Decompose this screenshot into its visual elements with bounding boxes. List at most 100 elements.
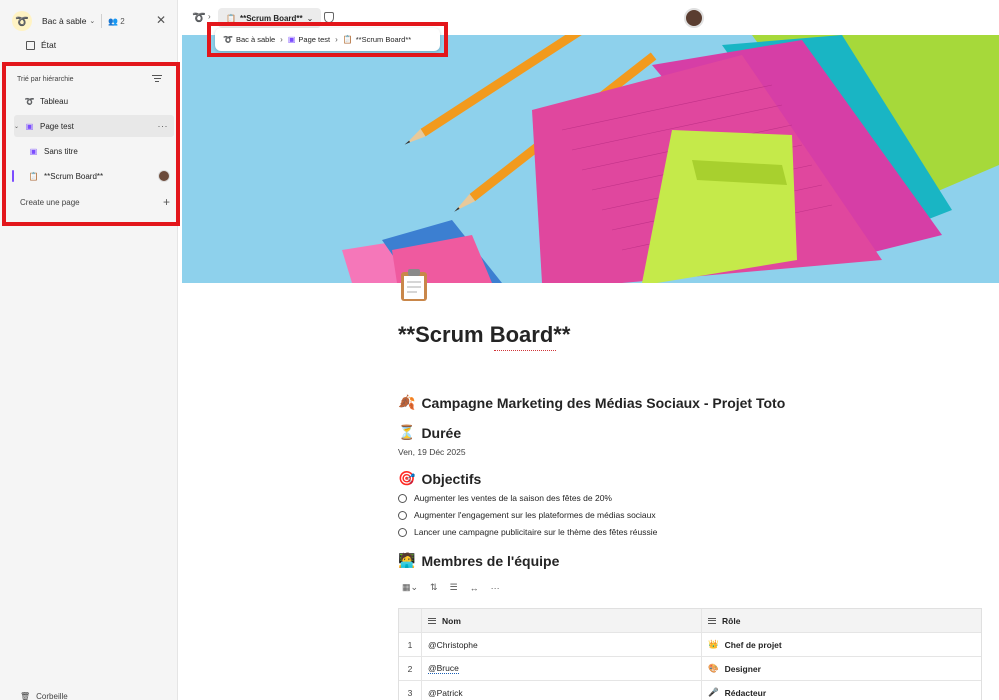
create-page-button[interactable]: Create une page + xyxy=(20,196,170,208)
sidebar-item-page-test[interactable]: ⌄ ▣ Page test ··· xyxy=(14,115,174,137)
clipboard-icon: 📋 xyxy=(342,35,353,44)
objective-text: Lancer une campagne publicitaire sur le … xyxy=(414,527,658,537)
page-title[interactable]: **Scrum Board** xyxy=(398,322,570,348)
objectives-heading[interactable]: 🎯 Objectifs xyxy=(398,470,481,487)
more-options-icon[interactable]: ··· xyxy=(491,583,500,593)
chevron-down-icon[interactable]: ⌄ xyxy=(89,17,95,25)
role-cell[interactable]: 🎤 Rédacteur xyxy=(701,681,981,700)
mention[interactable]: @Bruce xyxy=(428,663,459,674)
close-icon[interactable]: ✕ xyxy=(156,13,166,27)
tree-item-label: **Scrum Board** xyxy=(44,171,104,181)
role-cell[interactable]: 🎨 Designer xyxy=(701,657,981,680)
chevron-right-icon: › xyxy=(280,35,283,44)
name-cell[interactable]: @Bruce xyxy=(421,657,701,680)
table-view-icon[interactable]: ▦⌄ xyxy=(402,582,418,593)
loop-icon: ➰ xyxy=(223,35,233,44)
spellcheck-underline xyxy=(494,349,556,351)
table-row[interactable]: 2 @Bruce 🎨 Designer xyxy=(399,657,981,681)
column-width-icon[interactable]: ↔ xyxy=(470,583,479,593)
table-header-row: Nom Rôle xyxy=(399,609,981,633)
tree-item-label: Page test xyxy=(40,121,74,131)
text-column-icon xyxy=(708,617,716,624)
duration-heading-text: Durée xyxy=(421,424,462,441)
table-row[interactable]: 3 @Patrick 🎤 Rédacteur xyxy=(399,681,981,700)
header-label: Nom xyxy=(442,615,461,626)
objective-item[interactable]: Augmenter l'engagement sur les plateform… xyxy=(398,510,656,520)
loop-icon: ➰ xyxy=(24,96,35,106)
avatar[interactable] xyxy=(684,8,704,28)
table-toolbar: ▦⌄ ⇅ ☰ ↔ ··· xyxy=(402,582,500,593)
workspace-logo-icon: ➰ xyxy=(12,11,32,31)
more-options-icon[interactable]: ··· xyxy=(158,121,169,131)
objective-item[interactable]: Lancer une campagne publicitaire sur le … xyxy=(398,527,657,537)
row-number: 2 xyxy=(407,663,413,674)
divider xyxy=(101,14,103,28)
name-cell[interactable]: @Christophe xyxy=(421,633,701,656)
status-icon xyxy=(26,40,35,50)
team-heading[interactable]: 🧑‍💻 Membres de l'équipe xyxy=(398,552,559,569)
breadcrumb-item-page-test[interactable]: Page test xyxy=(298,35,330,44)
workspace-header[interactable]: ➰ Bac à sable ⌄ 👥 2 ✕ xyxy=(12,10,172,32)
role-text: Rédacteur xyxy=(724,687,767,698)
breadcrumb-highlight: ➰ Bac à sable › ▣ Page test › 📋 **Scrum … xyxy=(207,22,448,57)
clipboard-icon[interactable] xyxy=(398,268,430,302)
avatar xyxy=(158,170,170,182)
page-icon: ▣ xyxy=(29,146,38,156)
workspace-name[interactable]: Bac à sable xyxy=(42,16,86,26)
sidebar-item-etat[interactable]: État xyxy=(26,40,56,50)
trash-button[interactable]: 🗑 Corbeille xyxy=(20,692,68,700)
checkbox[interactable] xyxy=(398,527,407,537)
objectives-heading-text: Objectifs xyxy=(421,470,482,487)
hourglass-icon: ⏳ xyxy=(398,424,416,440)
cover-image xyxy=(182,35,999,283)
row-number: 1 xyxy=(407,639,413,650)
trash-label: Corbeille xyxy=(36,692,68,700)
sticky-notes-pencils-image xyxy=(182,35,999,283)
mention[interactable]: @Christophe xyxy=(428,640,478,650)
chevron-right-icon: › xyxy=(335,35,338,44)
filter-icon[interactable] xyxy=(152,75,162,82)
column-header-role[interactable]: Rôle xyxy=(701,609,981,632)
team-heading-text: Membres de l'équipe xyxy=(421,552,560,569)
checkbox[interactable] xyxy=(398,510,407,520)
mention[interactable]: @Patrick xyxy=(428,688,463,698)
date-value[interactable]: Ven, 19 Déc 2025 xyxy=(398,447,466,457)
checkbox[interactable] xyxy=(398,493,407,503)
objective-item[interactable]: Augmenter les ventes de la saison des fê… xyxy=(398,493,612,503)
active-indicator xyxy=(12,170,14,182)
leaf-icon: 🍂 xyxy=(398,394,416,410)
etat-label: État xyxy=(41,40,57,50)
sidebar-item-scrum-board[interactable]: 📋 **Scrum Board** xyxy=(28,165,174,187)
hierarchy-label: Trié par hiérarchie xyxy=(17,76,74,83)
campaign-heading-text: Campagne Marketing des Médias Sociaux - … xyxy=(421,394,786,411)
table-row[interactable]: 1 @Christophe 👑 Chef de projet xyxy=(399,633,981,657)
breadcrumb: ➰ Bac à sable › ▣ Page test › 📋 **Scrum … xyxy=(215,28,440,51)
sidebar-item-sans-titre[interactable]: ▣ Sans titre xyxy=(28,140,174,162)
create-page-label: Create une page xyxy=(20,198,80,207)
objective-text: Augmenter l'engagement sur les plateform… xyxy=(414,510,656,520)
microphone-icon: 🎤 xyxy=(708,687,719,697)
plus-icon[interactable]: + xyxy=(163,196,170,208)
tree-item-label: Tableau xyxy=(40,96,69,106)
members-button[interactable]: 👥 2 xyxy=(108,17,124,26)
clipboard-icon: 📋 xyxy=(28,171,39,181)
column-header-nom[interactable]: Nom xyxy=(421,609,701,632)
target-icon: 🎯 xyxy=(398,470,416,486)
chevron-right-icon: › xyxy=(208,12,211,21)
role-cell[interactable]: 👑 Chef de projet xyxy=(701,633,981,656)
filter-icon[interactable]: ☰ xyxy=(450,582,458,593)
duration-heading[interactable]: ⏳ Durée xyxy=(398,424,461,441)
page-icon: ▣ xyxy=(287,35,296,44)
workspace-loop-icon[interactable]: ➰ xyxy=(192,11,206,24)
sidebar-item-tableau[interactable]: ➰ Tableau xyxy=(14,90,174,112)
name-cell[interactable]: @Patrick xyxy=(421,681,701,700)
objective-text: Augmenter les ventes de la saison des fê… xyxy=(414,493,612,503)
breadcrumb-item-workspace[interactable]: Bac à sable xyxy=(236,35,275,44)
breadcrumb-item-scrum-board[interactable]: **Scrum Board** xyxy=(356,35,411,44)
people-icon: 👥 xyxy=(108,16,119,26)
campaign-heading[interactable]: 🍂 Campagne Marketing des Médias Sociaux … xyxy=(398,394,785,411)
chevron-down-icon[interactable]: ⌄ xyxy=(14,123,22,130)
trash-icon: 🗑 xyxy=(20,692,31,700)
sort-icon[interactable]: ⇅ xyxy=(430,582,438,593)
role-text: Chef de projet xyxy=(724,639,782,650)
